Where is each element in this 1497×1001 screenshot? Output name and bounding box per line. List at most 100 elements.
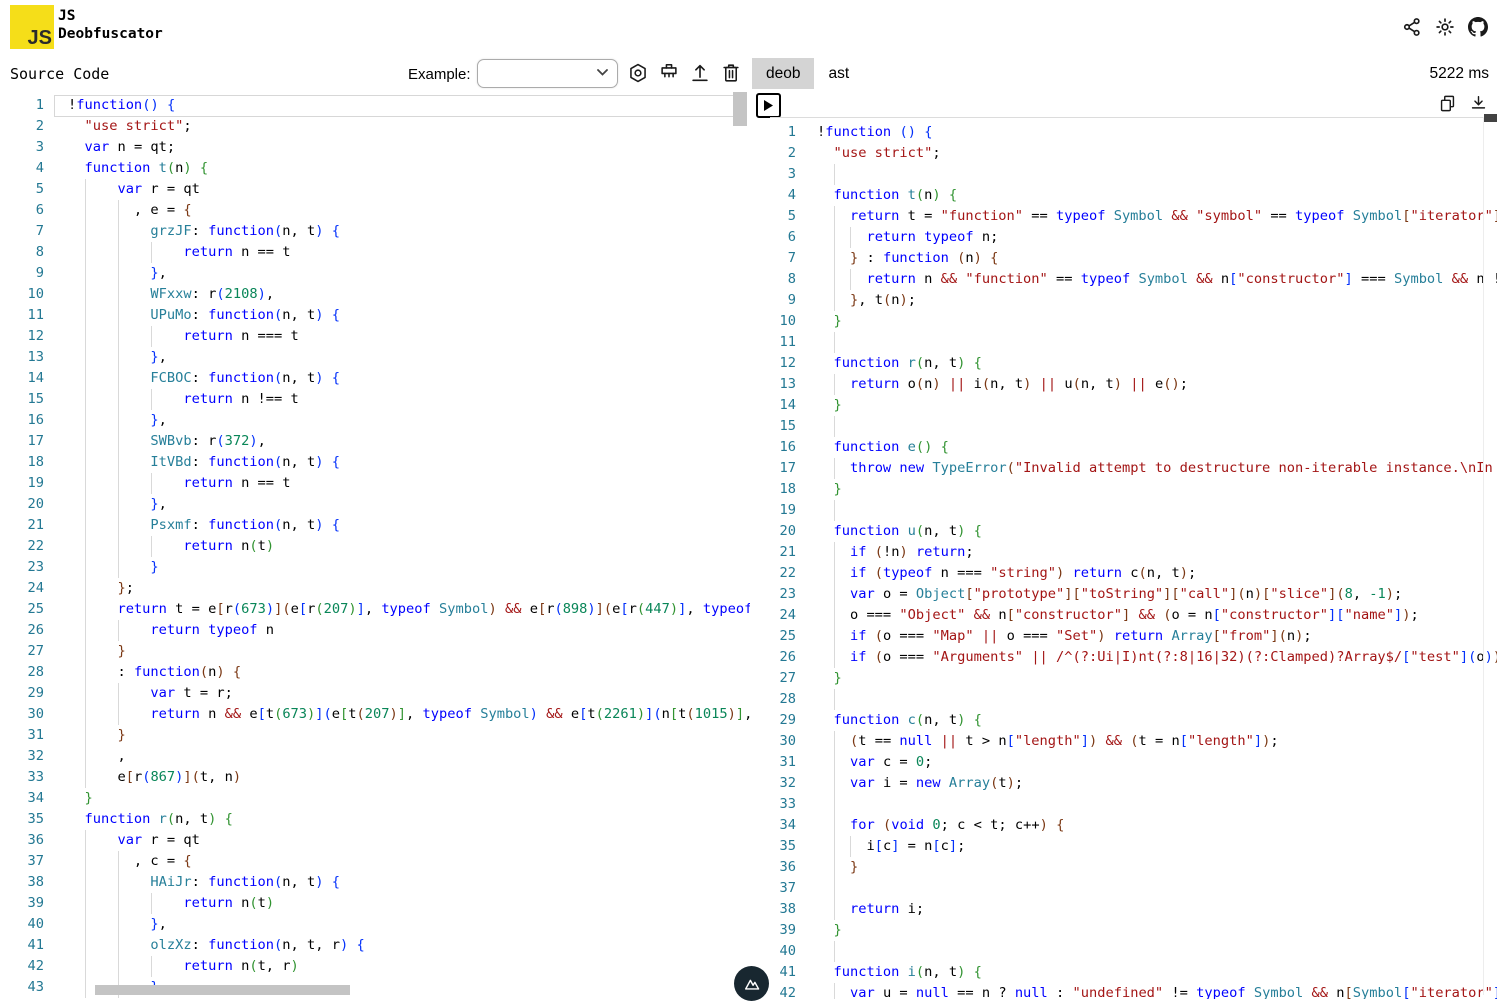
code-line: 12 return n === t <box>0 326 750 347</box>
right-vertical-scrollbar[interactable] <box>1484 114 1497 122</box>
line-number: 36 <box>0 830 44 851</box>
format-icon[interactable] <box>658 62 680 84</box>
line-number: 14 <box>770 395 796 416</box>
code-line: 39 } <box>770 920 1497 941</box>
trash-icon[interactable] <box>720 62 742 84</box>
line-number: 4 <box>0 158 44 179</box>
code-line: 28 : function(n) { <box>0 662 750 683</box>
settings-icon[interactable] <box>627 62 649 84</box>
code-line: 37 , c = { <box>0 851 750 872</box>
source-editor[interactable]: 1!function() {2 "use strict";3 var n = q… <box>0 92 750 998</box>
code-line: 36 var r = qt <box>0 830 750 851</box>
line-number: 2 <box>770 143 796 164</box>
code-line-text: return n(t) <box>68 893 274 914</box>
output-toolbar <box>1438 94 1488 113</box>
code-line-text: function r(n, t) { <box>68 809 233 830</box>
code-line-text: o === "Object" && n["constructor"] && (o… <box>817 605 1419 626</box>
copy-icon[interactable] <box>1438 94 1457 113</box>
line-number: 4 <box>770 185 796 206</box>
code-line: 22 return n(t) <box>0 536 750 557</box>
code-line: 32 var i = new Array(t); <box>770 773 1497 794</box>
code-line-text: , c = { <box>68 851 192 872</box>
code-line-text: return n && "function" == typeof Symbol … <box>817 269 1497 290</box>
line-number: 26 <box>770 647 796 668</box>
code-line-text: } <box>817 311 842 332</box>
line-number: 13 <box>770 374 796 395</box>
code-line-text: } : function (n) { <box>817 248 998 269</box>
floating-logo-button[interactable] <box>734 966 769 1001</box>
code-line: 34 for (void 0; c < t; c++) { <box>770 815 1497 836</box>
code-line-text: FCBOC: function(n, t) { <box>68 368 340 389</box>
code-line-text: var o = Object["prototype"]["toString"][… <box>817 584 1402 605</box>
line-number: 15 <box>770 416 796 437</box>
line-number: 25 <box>770 626 796 647</box>
code-line: 35 i[c] = n[c]; <box>770 836 1497 857</box>
code-line-text: return n !== t <box>68 389 299 410</box>
line-number: 30 <box>770 731 796 752</box>
line-number: 28 <box>770 689 796 710</box>
code-line: 18 ItVBd: function(n, t) { <box>0 452 750 473</box>
code-line: 24 }; <box>0 578 750 599</box>
code-line-text: return typeof n <box>68 620 274 641</box>
code-line: 41 olzXz: function(n, t, r) { <box>0 935 750 956</box>
line-number: 3 <box>0 137 44 158</box>
line-number: 32 <box>0 746 44 767</box>
line-number: 23 <box>770 584 796 605</box>
code-line-text: var n = qt; <box>68 137 175 158</box>
code-line-text: } <box>817 857 858 878</box>
upload-icon[interactable] <box>689 62 711 84</box>
theme-icon[interactable] <box>1435 17 1455 37</box>
code-line-text: !function() { <box>68 95 175 116</box>
example-select[interactable] <box>477 59 618 88</box>
line-number: 30 <box>0 704 44 725</box>
line-number: 21 <box>0 515 44 536</box>
code-line: 19 <box>770 500 1497 521</box>
code-line-text: function r(n, t) { <box>817 353 982 374</box>
code-line: 3 var n = qt; <box>0 137 750 158</box>
line-number: 27 <box>770 668 796 689</box>
line-number: 38 <box>770 899 796 920</box>
line-number: 34 <box>770 815 796 836</box>
code-line-text: }, <box>68 410 167 431</box>
example-label: Example: <box>408 66 471 83</box>
left-horizontal-scrollbar[interactable] <box>95 985 350 995</box>
left-vertical-scrollbar[interactable] <box>733 92 747 126</box>
line-number: 5 <box>770 206 796 227</box>
right-scrollbar-track <box>1483 117 1484 995</box>
line-number: 16 <box>0 410 44 431</box>
code-line: 37 <box>770 878 1497 899</box>
code-line-text: i[c] = n[c]; <box>817 836 965 857</box>
line-number: 20 <box>0 494 44 515</box>
code-line: 42 var u = null == n ? null : "undefined… <box>770 983 1497 999</box>
line-number: 22 <box>770 563 796 584</box>
code-line: 14 } <box>770 395 1497 416</box>
code-line-text: } <box>68 557 159 578</box>
line-number: 37 <box>0 851 44 872</box>
code-line: 39 return n(t) <box>0 893 750 914</box>
code-line: 16 function e() { <box>770 437 1497 458</box>
tab-ast[interactable]: ast <box>814 58 863 89</box>
code-line-text: return n == t <box>68 473 291 494</box>
code-line: 15 return n !== t <box>0 389 750 410</box>
source-code-label: Source Code <box>10 65 109 83</box>
line-number: 8 <box>770 269 796 290</box>
line-number: 35 <box>0 809 44 830</box>
share-icon[interactable] <box>1402 17 1422 37</box>
play-icon <box>764 100 773 111</box>
download-icon[interactable] <box>1469 94 1488 113</box>
line-number: 21 <box>770 542 796 563</box>
run-button[interactable] <box>756 93 781 118</box>
line-number: 33 <box>770 794 796 815</box>
code-line: 26 if (o === "Arguments" || /^(?:Ui|I)nt… <box>770 647 1497 668</box>
code-line: 19 return n == t <box>0 473 750 494</box>
code-line: 11 UPuMo: function(n, t) { <box>0 305 750 326</box>
code-line: 32 , <box>0 746 750 767</box>
line-number: 31 <box>0 725 44 746</box>
code-line: 35 function r(n, t) { <box>0 809 750 830</box>
code-line-text: if (!n) return; <box>817 542 974 563</box>
github-icon[interactable] <box>1468 17 1488 37</box>
code-line: 21 if (!n) return; <box>770 542 1497 563</box>
js-logo-text: JS <box>28 28 54 49</box>
tab-deob[interactable]: deob <box>752 58 814 89</box>
output-editor[interactable]: 1!function () {2 "use strict";34 functio… <box>770 118 1497 999</box>
